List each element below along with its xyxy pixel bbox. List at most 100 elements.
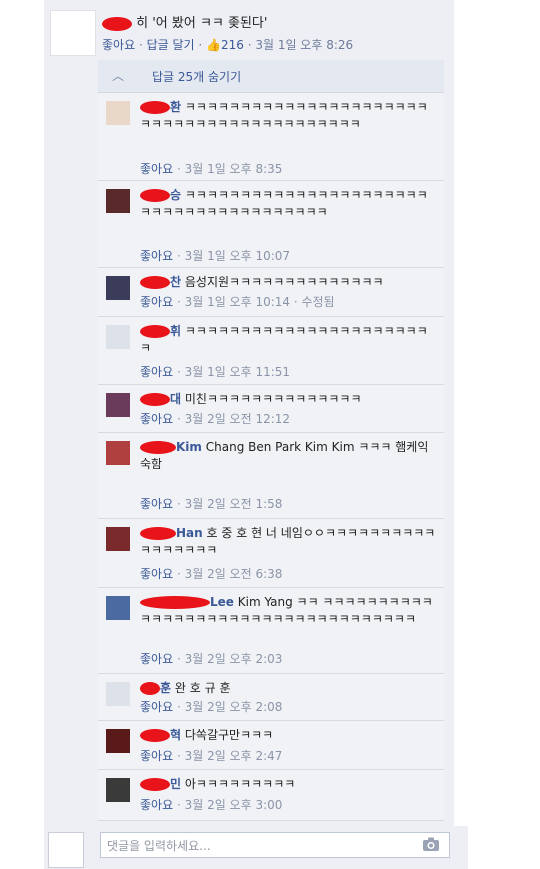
comment-text: ㅋㅋㅋㅋㅋㅋㅋㅋㅋㅋㅋㅋㅋㅋㅋㅋㅋㅋㅋㅋㅋㅋㅋㅋㅋㅋㅋㅋㅋㅋㅋㅋㅋㅋㅋㅋㅋㅋㅋ — [140, 188, 428, 219]
comment-author[interactable]: 찬 — [170, 275, 181, 289]
list-item: 훈 완 호 규 훈 좋아요 · 3월 2일 오후 2:08 — [98, 674, 444, 721]
like-link[interactable]: 좋아요 — [140, 652, 173, 666]
timestamp[interactable]: 3월 1일 오후 10:14 · 수정됨 — [185, 295, 335, 309]
comment-text: 완 호 규 훈 — [174, 681, 231, 695]
comment-input[interactable]: 댓글을 입력하세요... — [100, 832, 450, 858]
timestamp[interactable]: 3월 1일 오후 8:35 — [185, 162, 283, 176]
like-link[interactable]: 좋아요 — [140, 162, 173, 176]
comment-author[interactable]: 민 — [170, 777, 181, 791]
avatar[interactable] — [106, 276, 130, 300]
comment-meta: 좋아요 · 3월 2일 오후 3:00 — [140, 798, 283, 812]
avatar[interactable] — [106, 527, 130, 551]
list-item: 휘 ㅋㅋㅋㅋㅋㅋㅋㅋㅋㅋㅋㅋㅋㅋㅋㅋㅋㅋㅋㅋㅋㅋㅋ 좋아요 · 3월 1일 오후… — [98, 317, 444, 385]
comment-author[interactable]: 혁 — [170, 728, 181, 742]
timestamp[interactable]: 3월 2일 오전 6:38 — [185, 567, 283, 581]
list-item: 승 ㅋㅋㅋㅋㅋㅋㅋㅋㅋㅋㅋㅋㅋㅋㅋㅋㅋㅋㅋㅋㅋㅋㅋㅋㅋㅋㅋㅋㅋㅋㅋㅋㅋㅋㅋㅋㅋㅋ… — [98, 181, 444, 268]
redacted-name[interactable] — [140, 189, 170, 202]
comment-author[interactable]: 환 — [170, 100, 181, 114]
timestamp[interactable]: 3월 1일 오후 10:07 — [185, 249, 290, 263]
comment-meta: 좋아요 · 3월 1일 오후 11:51 — [140, 365, 291, 379]
top-comment: 히 '어 봤어 ㅋㅋ 좆된다' 좋아요 · 답글 달기 · 👍216 · 3월 … — [46, 6, 452, 56]
comment-meta: 좋아요 · 3월 2일 오후 2:47 — [140, 749, 283, 763]
avatar[interactable] — [106, 596, 130, 620]
thumbs-up-icon[interactable]: 👍 — [206, 38, 221, 52]
like-link[interactable]: 좋아요 — [140, 749, 173, 763]
list-item: 찬 음성지원ㅋㅋㅋㅋㅋㅋㅋㅋㅋㅋㅋㅋㅋㅋ 좋아요 · 3월 1일 오후 10:1… — [98, 268, 444, 317]
redacted-name[interactable] — [140, 682, 160, 695]
avatar[interactable] — [106, 778, 130, 802]
comment-meta: 좋아요 · 3월 2일 오후 2:08 — [140, 700, 283, 714]
redacted-name[interactable] — [102, 16, 132, 31]
comment-meta: 좋아요 · 3월 2일 오전 1:58 — [140, 497, 283, 511]
timestamp[interactable]: 3월 2일 오전 1:58 — [185, 497, 283, 511]
like-link[interactable]: 좋아요 — [140, 700, 173, 714]
comment-text: 아ㅋㅋㅋㅋㅋㅋㅋㅋㅋ — [184, 777, 296, 791]
list-item: 환 ㅋㅋㅋㅋㅋㅋㅋㅋㅋㅋㅋㅋㅋㅋㅋㅋㅋㅋㅋㅋㅋㅋㅋㅋㅋㅋㅋㅋㅋㅋㅋㅋㅋㅋㅋㅋㅋㅋ… — [98, 93, 444, 181]
redacted-name[interactable] — [140, 325, 170, 338]
list-item: 대 미친ㅋㅋㅋㅋㅋㅋㅋㅋㅋㅋㅋㅋㅋㅋ 좋아요 · 3월 2일 오전 12:12 — [98, 385, 444, 433]
timestamp[interactable]: 3월 2일 오전 12:12 — [185, 412, 290, 426]
redacted-name[interactable] — [140, 101, 170, 114]
camera-icon[interactable] — [422, 836, 440, 852]
avatar[interactable] — [106, 729, 130, 753]
list-item: 민 아ㅋㅋㅋㅋㅋㅋㅋㅋㅋ 좋아요 · 3월 2일 오후 3:00 — [98, 770, 444, 821]
list-item: 혁 다쏙갈구만ㅋㅋㅋ 좋아요 · 3월 2일 오후 2:47 — [98, 721, 444, 770]
avatar[interactable] — [106, 393, 130, 417]
comment-text: ㅋㅋㅋㅋㅋㅋㅋㅋㅋㅋㅋㅋㅋㅋㅋㅋㅋㅋㅋㅋㅋㅋㅋ — [140, 324, 428, 355]
comment-meta: 좋아요 · 3월 1일 오후 8:35 — [140, 162, 283, 176]
comment-text: 다쏙갈구만ㅋㅋㅋ — [184, 728, 274, 742]
hide-replies-label: 답글 25개 숨기기 — [152, 70, 242, 84]
like-link[interactable]: 좋아요 — [140, 798, 173, 812]
comment-text: ㅋㅋㅋㅋㅋㅋㅋㅋㅋㅋㅋㅋㅋㅋㅋㅋㅋㅋㅋㅋㅋㅋㅋㅋㅋㅋㅋㅋㅋㅋㅋㅋㅋㅋㅋㅋㅋㅋㅋㅋ… — [140, 100, 428, 131]
avatar[interactable] — [50, 10, 96, 56]
comment-author[interactable]: Lee — [210, 595, 234, 609]
avatar[interactable] — [106, 189, 130, 213]
avatar — [48, 832, 84, 868]
timestamp[interactable]: 3월 1일 오후 8:26 — [255, 38, 353, 52]
comment-author[interactable]: Kim — [176, 440, 202, 454]
comment-author[interactable]: 대 — [170, 392, 181, 406]
timestamp[interactable]: 3월 2일 오후 2:47 — [185, 749, 283, 763]
redacted-name[interactable] — [140, 441, 176, 454]
comment-meta: 좋아요 · 3월 2일 오전 6:38 — [140, 567, 283, 581]
avatar[interactable] — [106, 441, 130, 465]
list-item: Kim Chang Ben Park Kim Kim ㅋㅋㅋ 햄케익숙함 좋아요… — [98, 433, 444, 519]
like-link[interactable]: 좋아요 — [140, 497, 173, 511]
hide-replies-toggle[interactable]: ︿ 답글 25개 숨기기 — [98, 60, 444, 93]
like-link[interactable]: 좋아요 — [140, 295, 173, 309]
timestamp[interactable]: 3월 1일 오후 11:51 — [185, 365, 290, 379]
comment-text: 음성지원ㅋㅋㅋㅋㅋㅋㅋㅋㅋㅋㅋㅋㅋㅋ — [184, 275, 384, 289]
comment-meta: 좋아요 · 3월 2일 오후 2:03 — [140, 652, 283, 666]
chevron-up-icon: ︿ — [112, 69, 125, 83]
comment-input-placeholder: 댓글을 입력하세요... — [107, 839, 211, 853]
top-comment-meta: 좋아요 · 답글 달기 · 👍216 · 3월 1일 오후 8:26 — [102, 38, 354, 52]
redacted-name[interactable] — [140, 527, 176, 540]
list-item: Lee Kim Yang ㅋㅋ ㅋㅋㅋㅋㅋㅋㅋㅋㅋㅋㅋㅋㅋㅋㅋㅋㅋㅋㅋㅋㅋㅋㅋㅋ… — [98, 588, 444, 674]
like-link[interactable]: 좋아요 — [140, 412, 173, 426]
timestamp[interactable]: 3월 2일 오후 2:03 — [185, 652, 283, 666]
like-link[interactable]: 좋아요 — [140, 567, 173, 581]
avatar[interactable] — [106, 325, 130, 349]
comment-author[interactable]: 훈 — [160, 681, 171, 695]
timestamp[interactable]: 3월 2일 오후 2:08 — [185, 700, 283, 714]
redacted-name[interactable] — [140, 276, 170, 289]
reply-link[interactable]: 답글 달기 — [147, 38, 195, 52]
comment-text: 미친ㅋㅋㅋㅋㅋㅋㅋㅋㅋㅋㅋㅋㅋㅋ — [184, 392, 362, 406]
redacted-name[interactable] — [140, 393, 170, 406]
avatar[interactable] — [106, 101, 130, 125]
redacted-name[interactable] — [140, 729, 170, 742]
like-link[interactable]: 좋아요 — [102, 38, 135, 52]
like-link[interactable]: 좋아요 — [140, 365, 173, 379]
reply-list: 환 ㅋㅋㅋㅋㅋㅋㅋㅋㅋㅋㅋㅋㅋㅋㅋㅋㅋㅋㅋㅋㅋㅋㅋㅋㅋㅋㅋㅋㅋㅋㅋㅋㅋㅋㅋㅋㅋㅋ… — [98, 93, 444, 821]
comment-meta: 좋아요 · 3월 1일 오후 10:07 — [140, 249, 291, 263]
redacted-name[interactable] — [140, 778, 170, 791]
comment-author[interactable]: Han — [176, 526, 203, 540]
redacted-name[interactable] — [140, 596, 210, 609]
likes-count[interactable]: 216 — [221, 38, 244, 52]
comment-meta: 좋아요 · 3월 2일 오전 12:12 — [140, 412, 291, 426]
like-link[interactable]: 좋아요 — [140, 249, 173, 263]
comment-author[interactable]: 승 — [170, 188, 181, 202]
timestamp[interactable]: 3월 2일 오후 3:00 — [185, 798, 283, 812]
avatar[interactable] — [106, 682, 130, 706]
comment-author[interactable]: 휘 — [170, 324, 181, 338]
